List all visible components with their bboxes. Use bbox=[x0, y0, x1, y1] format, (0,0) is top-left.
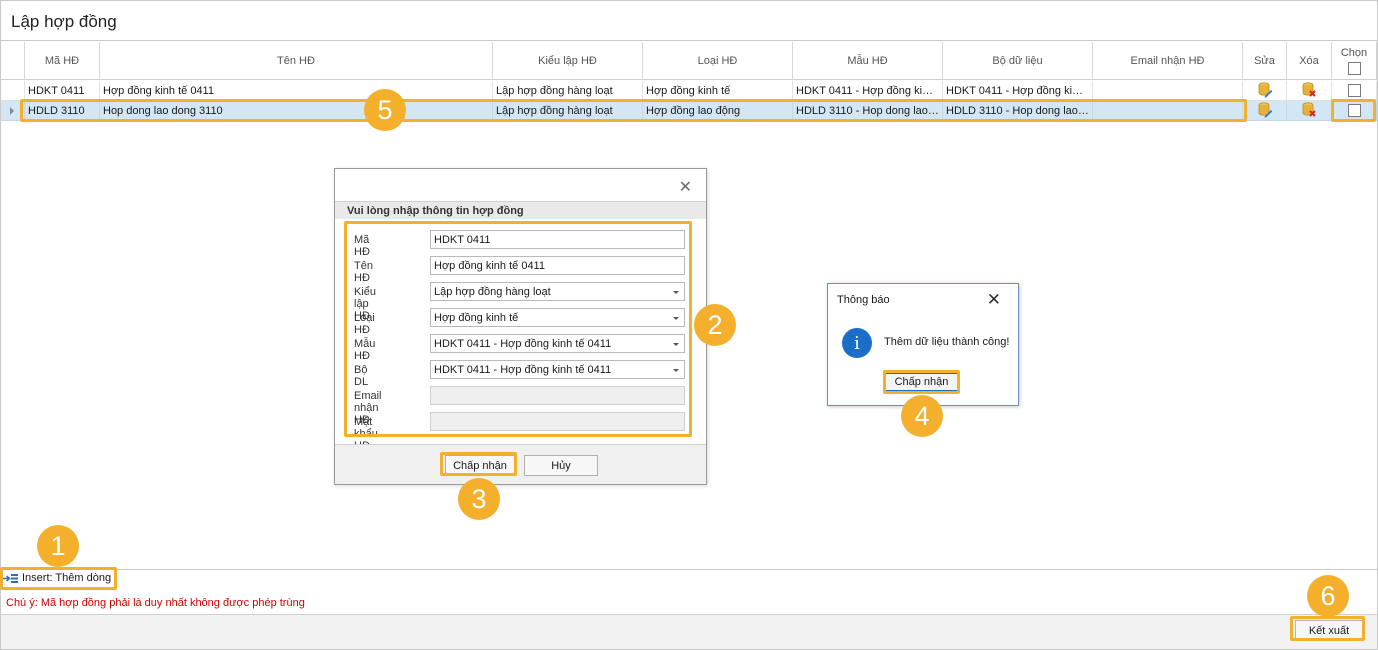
current-row-arrow-icon bbox=[10, 107, 14, 115]
notification-accept-button[interactable]: Chấp nhận bbox=[885, 373, 958, 391]
step-badge-5: 5 bbox=[364, 89, 406, 131]
selected-value: HDKT 0411 - Hợp đồng kinh tế 0411 bbox=[434, 338, 612, 350]
cell-email[interactable] bbox=[1093, 81, 1243, 101]
bo-dl-select[interactable]: HDKT 0411 - Hợp đồng kinh tế 0411 bbox=[430, 360, 685, 379]
table-row[interactable]: HDLD 3110 Hop dong lao dong 3110 Lập hợp… bbox=[1, 101, 1377, 121]
delete-cell bbox=[1287, 101, 1332, 121]
chevron-down-icon[interactable] bbox=[673, 291, 679, 294]
step-badge-2: 2 bbox=[694, 304, 736, 346]
edit-cell bbox=[1243, 81, 1287, 101]
insert-row-icon bbox=[3, 573, 18, 583]
cell-loai-hd[interactable]: Hợp đồng kinh tế bbox=[643, 81, 793, 101]
database-edit-icon[interactable] bbox=[1258, 82, 1272, 98]
cell-ma-hd[interactable]: HDKT 0411 bbox=[25, 81, 100, 101]
column-header-loai-hd[interactable]: Loại HĐ bbox=[643, 42, 793, 80]
column-header-email[interactable]: Email nhận HĐ bbox=[1093, 42, 1243, 80]
cell-ten-hd[interactable]: Hợp đồng kinh tế 0411 bbox=[100, 81, 493, 101]
close-icon[interactable]: ✕ bbox=[679, 177, 692, 197]
column-header-ten-hd[interactable]: Tên HĐ bbox=[100, 42, 493, 80]
delete-cell bbox=[1287, 81, 1332, 101]
step-badge-6: 6 bbox=[1307, 575, 1349, 617]
notification-text: Thêm dữ liệu thành công! bbox=[884, 336, 1010, 348]
step-badge-4: 4 bbox=[901, 395, 943, 437]
dialog-button-bar bbox=[335, 444, 706, 484]
column-header-sua: Sửa bbox=[1243, 42, 1287, 80]
insert-row-button[interactable]: Insert: Thêm dòng bbox=[3, 572, 111, 584]
field-label: Loại HĐ bbox=[354, 312, 375, 336]
column-header-ma-hd[interactable]: Mã HĐ bbox=[25, 42, 100, 80]
cancel-button[interactable]: Hủy bbox=[524, 455, 598, 476]
password-input[interactable] bbox=[430, 412, 685, 431]
title-divider bbox=[1, 40, 1377, 41]
select-cell bbox=[1332, 101, 1377, 121]
database-edit-icon[interactable] bbox=[1258, 102, 1272, 118]
notification-title: Thông báo bbox=[837, 294, 890, 306]
edit-cell bbox=[1243, 101, 1287, 121]
cell-kieu-lap-hd[interactable]: Lập hợp đồng hàng loạt bbox=[493, 81, 643, 101]
cell-mau-hd[interactable]: HDLD 3110 - Hop dong lao dong 3110 bbox=[793, 101, 943, 121]
field-label: Mã HĐ bbox=[354, 234, 370, 258]
column-header-bo-du-lieu[interactable]: Bộ dữ liệu bbox=[943, 42, 1093, 80]
accept-button[interactable]: Chấp nhận bbox=[445, 455, 515, 476]
info-icon: i bbox=[842, 328, 872, 358]
cell-ma-hd[interactable]: HDLD 3110 bbox=[25, 101, 100, 121]
select-all-checkbox[interactable] bbox=[1347, 62, 1361, 75]
row-select-checkbox[interactable] bbox=[1348, 104, 1361, 117]
contract-input-dialog: ✕ Vui lòng nhập thông tin hợp đồng Mã HĐ… bbox=[334, 168, 707, 485]
ten-hd-input[interactable]: Hợp đồng kinh tế 0411 bbox=[430, 256, 685, 275]
cell-bo-du-lieu[interactable]: HDLD 3110 - Hop dong lao dong 3110 bbox=[943, 101, 1093, 121]
column-header-mau-hd[interactable]: Mẫu HĐ bbox=[793, 42, 943, 80]
row-indicator bbox=[1, 81, 25, 101]
bottom-toolbar bbox=[1, 614, 1377, 649]
uniqueness-note: Chú ý: Mã hợp đồng phải là duy nhất khôn… bbox=[6, 597, 305, 609]
column-header-chon: Chọn bbox=[1332, 42, 1377, 80]
step-badge-1: 1 bbox=[37, 525, 79, 567]
dialog-group-title: Vui lòng nhập thông tin hợp đồng bbox=[335, 201, 706, 219]
cell-ten-hd[interactable]: Hop dong lao dong 3110 bbox=[100, 101, 493, 121]
field-label: Bộ DL bbox=[354, 364, 369, 388]
database-delete-icon[interactable] bbox=[1302, 102, 1316, 118]
row-select-checkbox[interactable] bbox=[1348, 84, 1361, 97]
email-input[interactable] bbox=[430, 386, 685, 405]
cell-loai-hd[interactable]: Hợp đồng lao động bbox=[643, 101, 793, 121]
cell-kieu-lap-hd[interactable]: Lập hợp đồng hàng loạt bbox=[493, 101, 643, 121]
selected-value: HDKT 0411 - Hợp đồng kinh tế 0411 bbox=[434, 364, 612, 376]
cell-mau-hd[interactable]: HDKT 0411 - Hợp đồng kinh tế 0411 bbox=[793, 81, 943, 101]
chevron-down-icon[interactable] bbox=[673, 343, 679, 346]
mau-hd-select[interactable]: HDKT 0411 - Hợp đồng kinh tế 0411 bbox=[430, 334, 685, 353]
selected-value: Lập hợp đồng hàng loạt bbox=[434, 286, 551, 298]
kieu-lap-hd-select[interactable]: Lập hợp đồng hàng loạt bbox=[430, 282, 685, 301]
insert-row-label: Insert: Thêm dòng bbox=[22, 572, 112, 584]
loai-hd-select[interactable]: Hợp đồng kinh tế bbox=[430, 308, 685, 327]
column-header-chon-label: Chọn bbox=[1340, 47, 1368, 59]
row-indicator-header bbox=[1, 42, 25, 80]
page-title: Lập hợp đồng bbox=[11, 12, 117, 31]
cell-bo-du-lieu[interactable]: HDKT 0411 - Hợp đồng kinh tế 0411 bbox=[943, 81, 1093, 101]
column-header-kieu-lap-hd[interactable]: Kiểu lập HĐ bbox=[493, 42, 643, 80]
notification-dialog: Thông báo ✕ i Thêm dữ liệu thành công! C… bbox=[827, 283, 1019, 406]
close-icon[interactable]: ✕ bbox=[987, 290, 1001, 310]
field-label: Mẫu HĐ bbox=[354, 338, 376, 362]
select-cell bbox=[1332, 81, 1377, 101]
chevron-down-icon[interactable] bbox=[673, 317, 679, 320]
row-indicator bbox=[1, 101, 25, 121]
field-label: Tên HĐ bbox=[354, 260, 373, 284]
chevron-down-icon[interactable] bbox=[673, 369, 679, 372]
selected-value: Hợp đồng kinh tế bbox=[434, 312, 519, 324]
ma-hd-input[interactable]: HDKT 0411 bbox=[430, 230, 685, 249]
cell-email[interactable] bbox=[1093, 101, 1243, 121]
table-row[interactable]: HDKT 0411 Hợp đồng kinh tế 0411 Lập hợp … bbox=[1, 81, 1377, 101]
step-badge-3: 3 bbox=[458, 478, 500, 520]
column-header-xoa: Xóa bbox=[1287, 42, 1332, 80]
export-button[interactable]: Kết xuất bbox=[1295, 620, 1363, 641]
database-delete-icon[interactable] bbox=[1302, 82, 1316, 98]
